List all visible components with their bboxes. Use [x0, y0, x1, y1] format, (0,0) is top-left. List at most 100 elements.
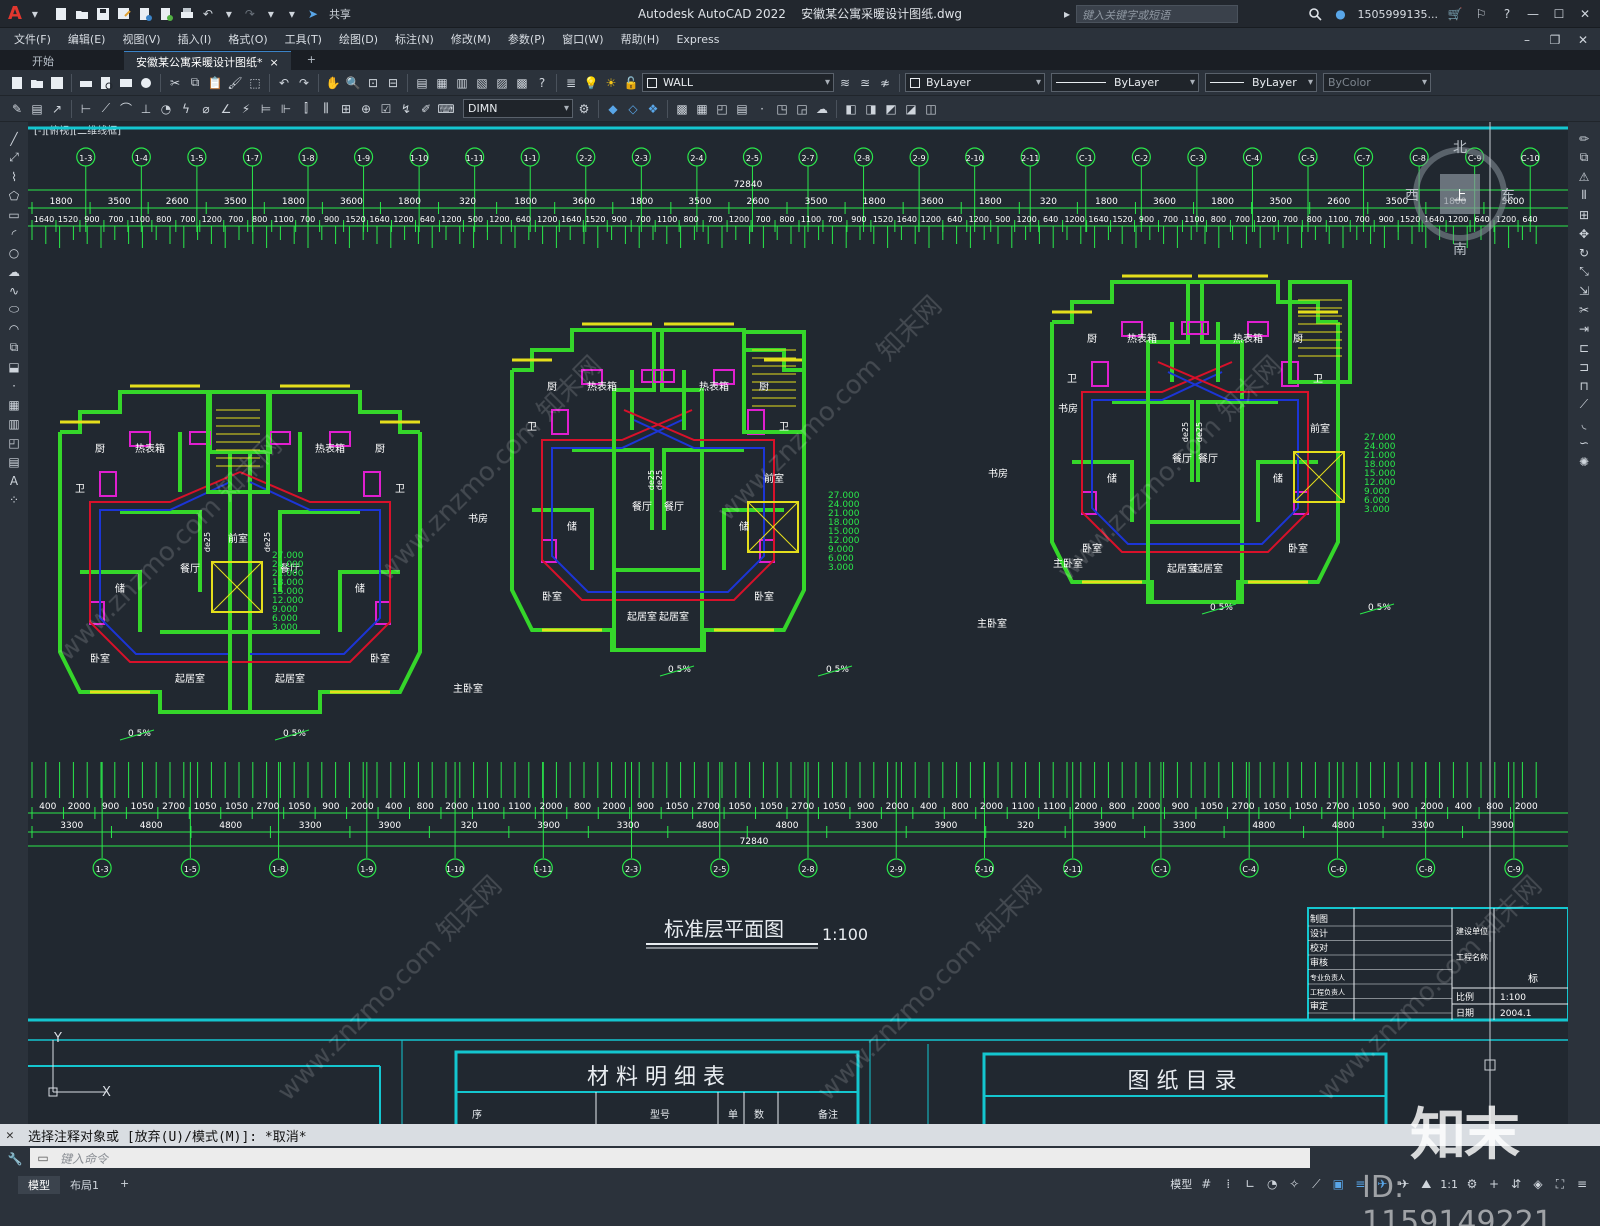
wipeout-icon[interactable]: ◲ [793, 100, 811, 118]
spline-icon[interactable]: ∿ [6, 282, 22, 299]
undo-toolbar-icon[interactable]: ↶ [275, 74, 293, 92]
view-front-icon[interactable]: ◧ [842, 100, 860, 118]
region-draw-icon[interactable]: ◰ [6, 434, 22, 451]
offset-icon[interactable]: ⫴ [1576, 187, 1592, 204]
viewport-label[interactable]: [-][俯视][二维线框] [34, 124, 121, 137]
tab-model[interactable]: 模型 [18, 1176, 60, 1194]
view-iso-icon[interactable]: ◪ [902, 100, 920, 118]
add-selected-icon[interactable]: ⁘ [6, 491, 22, 508]
menu-view[interactable]: 视图(V) [122, 31, 160, 47]
gradient-icon[interactable]: ▦ [693, 100, 711, 118]
sheet-set-icon[interactable]: ▧ [473, 74, 491, 92]
isodraft-icon[interactable]: ✧ [1286, 1176, 1302, 1192]
command-prompt-icon[interactable]: ▭ [34, 1149, 52, 1167]
layer-thaw-icon[interactable]: ☀ [602, 74, 620, 92]
dim-space-icon[interactable]: ⫿ [297, 100, 315, 118]
boundary-icon[interactable]: ◳ [773, 100, 791, 118]
break-point-icon[interactable]: ⊏ [1576, 339, 1592, 356]
mleader-style-icon[interactable]: ↗ [48, 100, 66, 118]
layer-on-icon[interactable]: 💡 [582, 74, 600, 92]
tab-layout1[interactable]: 布局1 [60, 1176, 109, 1194]
customize-qa-icon[interactable]: ▾ [283, 5, 301, 23]
stretch-icon[interactable]: ⇲ [1576, 282, 1592, 299]
redo-dropdown-icon[interactable]: ▾ [262, 5, 280, 23]
menu-window[interactable]: 窗口(W) [562, 31, 603, 47]
autodesk-app-icon[interactable]: ⚐ [1472, 5, 1490, 23]
cut-icon[interactable]: ✂ [166, 74, 184, 92]
autocad-logo[interactable]: A [8, 3, 22, 24]
preview-icon[interactable] [97, 74, 115, 92]
copy-icon[interactable]: ⧉ [186, 74, 204, 92]
dim-text-edit-icon[interactable]: ⌨ [437, 100, 455, 118]
open-icon[interactable] [28, 74, 46, 92]
lineweight-dropdown[interactable]: ByLayer [1205, 73, 1317, 92]
open-file-icon[interactable] [73, 5, 91, 23]
chamfer-icon[interactable]: ⟋ [1576, 396, 1592, 413]
hatch-icon[interactable]: ▩ [673, 100, 691, 118]
dim-diameter-icon[interactable]: ⌀ [197, 100, 215, 118]
fillet-icon[interactable]: ◟ [1576, 415, 1592, 432]
doc-minimize-icon[interactable]: – [1518, 31, 1536, 49]
dim-continue-icon[interactable]: ⊩ [277, 100, 295, 118]
dim-radius-icon[interactable]: ◔ [157, 100, 175, 118]
menu-file[interactable]: 文件(F) [14, 31, 51, 47]
block-write-icon[interactable]: ❖ [644, 100, 662, 118]
search-icon[interactable] [1306, 5, 1324, 23]
trim-icon[interactable]: ✂ [1576, 301, 1592, 318]
menu-draw[interactable]: 绘图(D) [339, 31, 378, 47]
doc-close-icon[interactable]: ✕ [1574, 31, 1592, 49]
open-web-icon[interactable] [136, 5, 154, 23]
dim-angular-icon[interactable]: ∠ [217, 100, 235, 118]
view-top-icon[interactable]: ◨ [862, 100, 880, 118]
layer-state-icon[interactable]: ≉ [876, 74, 894, 92]
view-side-icon[interactable]: ◩ [882, 100, 900, 118]
help-toolbar-icon[interactable]: ? [533, 74, 551, 92]
scale-icon[interactable]: ⤡ [1576, 263, 1592, 280]
wrench-icon[interactable]: 🔧 [6, 1150, 24, 1168]
tab-start[interactable]: 开始 [20, 51, 120, 70]
plotstyle-dropdown[interactable]: ByColor [1323, 73, 1431, 92]
array-icon[interactable]: ⊞ [1576, 206, 1592, 223]
ellipse-arc-icon[interactable]: ◠ [6, 320, 22, 337]
color-dropdown[interactable]: ByLayer [905, 73, 1045, 92]
add-layout-button[interactable]: + [110, 1176, 139, 1191]
save-web-icon[interactable] [157, 5, 175, 23]
rotate-icon[interactable]: ↻ [1576, 244, 1592, 261]
block-editor-icon[interactable]: ⬚ [246, 74, 264, 92]
menu-parametric[interactable]: 参数(P) [508, 31, 545, 47]
save-as-icon[interactable] [115, 5, 133, 23]
redo-toolbar-icon[interactable]: ↷ [295, 74, 313, 92]
dim-linear-icon[interactable]: ⊢ [77, 100, 95, 118]
ortho-icon[interactable]: ∟ [1242, 1176, 1258, 1192]
close-icon[interactable]: ✕ [1576, 5, 1594, 23]
minimize-icon[interactable]: — [1524, 5, 1542, 23]
floor-plan-drawing[interactable]: 1-3 1-4 1-5 1-7 1-8 1-9 1-10 1-11 1-1 2-2 2-3 2-4 2-… [28, 122, 1568, 1124]
plot-icon[interactable] [178, 5, 196, 23]
text-style-icon[interactable]: ✎ [8, 100, 26, 118]
point-icon[interactable]: · [753, 100, 771, 118]
osnap-tracking-icon[interactable]: ⟋ [1308, 1176, 1324, 1192]
ellipse-icon[interactable]: ⬭ [6, 301, 22, 318]
model-space-button[interactable]: 模型 [1170, 1176, 1192, 1192]
share-button[interactable]: 共享 [329, 6, 351, 22]
dim-ordinate-icon[interactable]: ⊥ [137, 100, 155, 118]
undo-dropdown-icon[interactable]: ▾ [220, 5, 238, 23]
pan-icon[interactable]: ✋ [324, 74, 342, 92]
doc-restore-icon[interactable]: ❐ [1546, 31, 1564, 49]
make-block-icon[interactable]: ⬓ [6, 358, 22, 375]
copy-object-icon[interactable]: ⧉ [1576, 149, 1592, 166]
user-icon[interactable]: ● [1332, 5, 1350, 23]
line-icon[interactable]: ╱ [6, 130, 22, 147]
tool-palettes-icon[interactable]: ▥ [453, 74, 471, 92]
tab-close-icon[interactable]: × [270, 56, 279, 69]
region-icon[interactable]: ◰ [713, 100, 731, 118]
redo-icon[interactable]: ↷ [241, 5, 259, 23]
dim-baseline-icon[interactable]: ⊨ [257, 100, 275, 118]
tolerance-icon[interactable]: ⊞ [337, 100, 355, 118]
3d-print-icon[interactable] [137, 74, 155, 92]
markup-icon[interactable]: ▨ [493, 74, 511, 92]
osnap-icon[interactable]: ▣ [1330, 1176, 1346, 1192]
save-toolbar-icon[interactable] [48, 74, 66, 92]
snap-icon[interactable]: ⁞ [1220, 1176, 1236, 1192]
qnew-icon[interactable] [8, 74, 26, 92]
